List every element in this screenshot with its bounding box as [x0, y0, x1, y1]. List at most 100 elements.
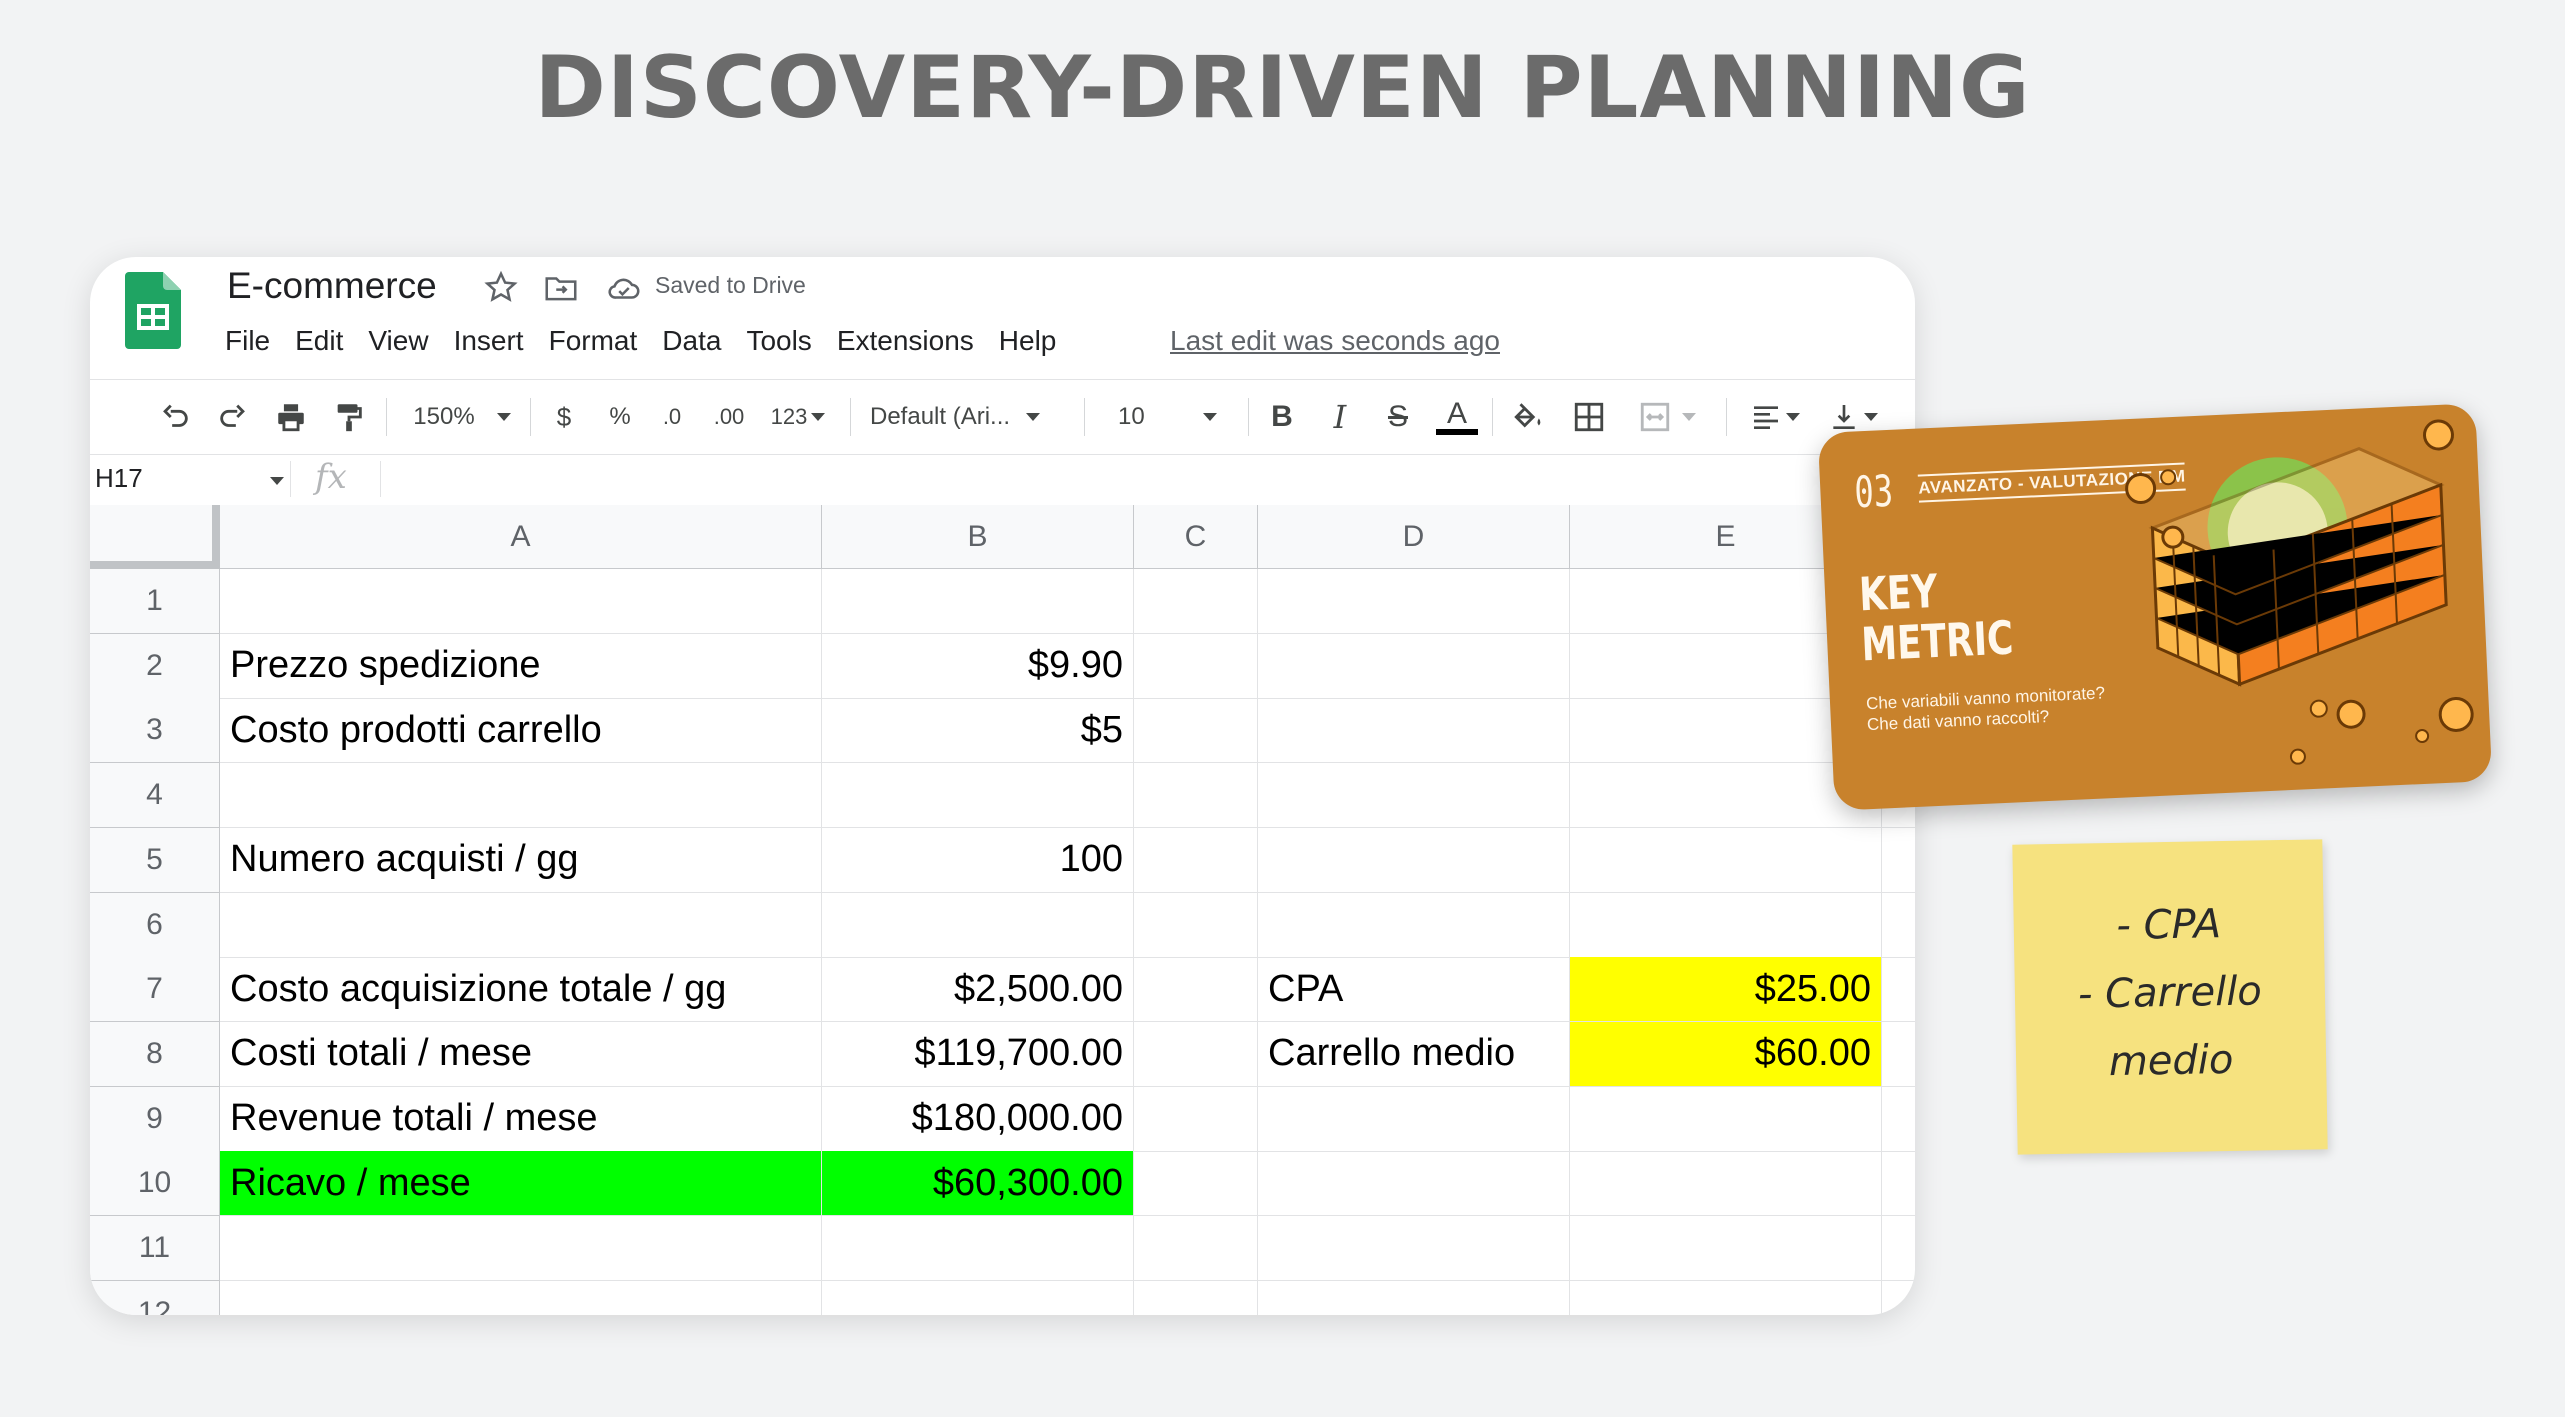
row-header[interactable]: 10 — [90, 1151, 220, 1217]
cell-f[interactable] — [1882, 1151, 1915, 1217]
column-header-c[interactable]: C — [1134, 505, 1258, 569]
cell-f[interactable] — [1882, 1087, 1915, 1152]
column-header-b[interactable]: B — [822, 505, 1134, 569]
last-edit-link[interactable]: Last edit was seconds ago — [1170, 325, 1500, 357]
cell-c[interactable] — [1134, 1021, 1258, 1087]
row-header[interactable]: 12 — [90, 1280, 220, 1315]
menu-extensions[interactable]: Extensions — [837, 325, 974, 357]
redo-icon[interactable] — [208, 393, 258, 441]
menu-tools[interactable]: Tools — [746, 325, 811, 357]
row-header[interactable]: 8 — [90, 1021, 220, 1087]
chevron-down-icon[interactable] — [270, 477, 284, 485]
cell-d[interactable] — [1258, 1086, 1570, 1152]
percent-format-button[interactable]: % — [598, 393, 642, 441]
cell-a[interactable]: Numero acquisti / gg — [220, 827, 822, 893]
cell-d[interactable] — [1258, 1280, 1570, 1315]
zoom-select[interactable]: 150% — [402, 393, 522, 441]
cell-f[interactable] — [1882, 893, 1915, 958]
cell-d[interactable]: CPA — [1258, 957, 1570, 1023]
font-size-select[interactable]: 10 — [1098, 393, 1238, 441]
formula-input[interactable] — [390, 459, 1790, 499]
decrease-decimal-button[interactable]: .0 — [650, 393, 694, 441]
cell-a[interactable] — [220, 1216, 822, 1281]
cell-d[interactable] — [1258, 633, 1570, 699]
cell-d[interactable] — [1258, 892, 1570, 958]
cell-e[interactable]: $25.00 — [1570, 957, 1882, 1023]
cell-d[interactable] — [1258, 1151, 1570, 1217]
row-header[interactable]: 5 — [90, 827, 220, 893]
cell-c[interactable] — [1134, 633, 1258, 699]
cell-d[interactable] — [1258, 569, 1570, 634]
cell-e[interactable] — [1570, 1086, 1882, 1152]
fill-color-icon[interactable] — [1504, 393, 1554, 441]
menu-edit[interactable]: Edit — [295, 325, 343, 357]
cell-c[interactable] — [1134, 698, 1258, 764]
cell-c[interactable] — [1134, 1151, 1258, 1217]
cell-a[interactable] — [220, 763, 822, 829]
merge-cells-icon[interactable] — [1622, 393, 1712, 441]
cell-b[interactable] — [822, 569, 1134, 634]
cell-b[interactable]: $9.90 — [822, 633, 1134, 699]
row-header[interactable]: 7 — [90, 957, 220, 1023]
cell-d[interactable]: Carrello medio — [1258, 1021, 1570, 1087]
sheets-logo-icon[interactable] — [125, 272, 181, 349]
menu-insert[interactable]: Insert — [454, 325, 524, 357]
horizontal-align-icon[interactable] — [1740, 393, 1810, 441]
menu-file[interactable]: File — [225, 325, 270, 357]
document-title[interactable]: E-commerce — [227, 265, 437, 307]
undo-icon[interactable] — [150, 393, 200, 441]
cell-e[interactable] — [1570, 1280, 1882, 1315]
row-header[interactable]: 9 — [90, 1086, 220, 1152]
cell-c[interactable] — [1134, 569, 1258, 634]
cell-c[interactable] — [1134, 1086, 1258, 1152]
row-header[interactable]: 6 — [90, 892, 220, 958]
name-box[interactable]: H17 — [95, 463, 143, 494]
cell-e[interactable] — [1570, 827, 1882, 893]
cell-c[interactable] — [1134, 957, 1258, 1023]
menu-view[interactable]: View — [368, 325, 428, 357]
cell-d[interactable] — [1258, 763, 1570, 829]
font-family-select[interactable]: Default (Ari... — [870, 393, 1070, 441]
cell-a[interactable] — [220, 569, 822, 634]
paint-format-icon[interactable] — [324, 393, 374, 441]
star-icon[interactable] — [482, 269, 520, 307]
cell-b[interactable]: $60,300.00 — [822, 1151, 1134, 1217]
cell-d[interactable] — [1258, 827, 1570, 893]
menu-help[interactable]: Help — [999, 325, 1057, 357]
cell-a[interactable]: Costi totali / mese — [220, 1021, 822, 1087]
cell-c[interactable] — [1134, 1280, 1258, 1315]
cell-e[interactable] — [1570, 1151, 1882, 1217]
row-header[interactable]: 4 — [90, 763, 220, 829]
menu-format[interactable]: Format — [549, 325, 638, 357]
move-to-folder-icon[interactable] — [542, 269, 580, 307]
column-header-d[interactable]: D — [1258, 505, 1570, 569]
borders-icon[interactable] — [1564, 393, 1614, 441]
currency-format-button[interactable]: $ — [542, 393, 586, 441]
cell-e[interactable]: $60.00 — [1570, 1021, 1882, 1087]
cell-a[interactable]: Prezzo spedizione — [220, 633, 822, 699]
increase-decimal-button[interactable]: .00 — [704, 393, 754, 441]
cell-e[interactable] — [1570, 892, 1882, 958]
cell-c[interactable] — [1134, 1216, 1258, 1281]
cell-c[interactable] — [1134, 827, 1258, 893]
row-header[interactable]: 2 — [90, 633, 220, 699]
cell-b[interactable]: $180,000.00 — [822, 1086, 1134, 1152]
cell-a[interactable]: Costo acquisizione totale / gg — [220, 957, 822, 1023]
cell-a[interactable] — [220, 892, 822, 958]
bold-button[interactable]: B — [1260, 393, 1304, 441]
cell-b[interactable]: $119,700.00 — [822, 1021, 1134, 1087]
cell-b[interactable] — [822, 892, 1134, 958]
cell-c[interactable] — [1134, 763, 1258, 829]
cell-f[interactable] — [1882, 957, 1915, 1023]
cell-d[interactable] — [1258, 1216, 1570, 1281]
cell-c[interactable] — [1134, 892, 1258, 958]
cell-a[interactable] — [220, 1280, 822, 1315]
select-all-corner[interactable] — [90, 505, 220, 569]
cell-b[interactable]: $5 — [822, 698, 1134, 764]
cell-b[interactable] — [822, 1216, 1134, 1281]
strikethrough-button[interactable]: S — [1376, 393, 1420, 441]
cell-f[interactable] — [1882, 1216, 1915, 1281]
cell-b[interactable] — [822, 1280, 1134, 1315]
more-formats-select[interactable]: 123 — [760, 393, 836, 441]
text-color-button[interactable]: A — [1432, 393, 1482, 441]
